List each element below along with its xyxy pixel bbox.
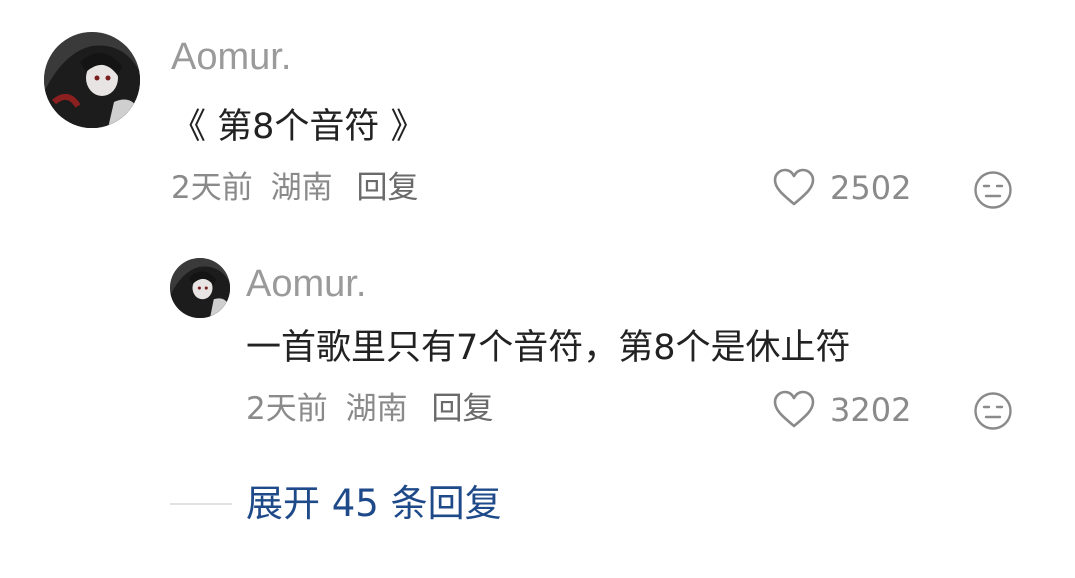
comment-dislike-button[interactable] (973, 170, 1013, 210)
comment-time: 2天前 (171, 170, 253, 206)
reply-reply-button[interactable]: 回复 (431, 391, 493, 427)
comment-meta: 2天前 湖南 回复 (171, 173, 418, 204)
reply-like-count: 3202 (830, 391, 912, 429)
reply-dislike-button[interactable] (973, 391, 1013, 431)
comment-text: 《 第8个音符 》 (171, 107, 426, 147)
reply-meta: 2天前 湖南 回复 (246, 394, 493, 425)
expand-replies-label: 展开 45 条回复 (246, 482, 502, 525)
meh-face-icon (974, 392, 1012, 430)
avatar[interactable] (44, 32, 140, 128)
reply-location: 湖南 (345, 391, 408, 427)
reply-time: 2天前 (246, 391, 328, 427)
reply-avatar[interactable] (170, 258, 230, 318)
expand-replies-button[interactable]: 展开 45 条回复 (170, 485, 502, 522)
reply-text: 一首歌里只有7个音符，第8个是休止符 (246, 328, 851, 368)
heart-outline-icon (773, 390, 815, 428)
meh-face-icon (974, 171, 1012, 209)
avatar-image (170, 258, 230, 318)
comment-like-count: 2502 (830, 169, 912, 207)
expand-divider (170, 502, 232, 505)
heart-outline-icon (773, 168, 815, 206)
comment-like-button[interactable]: 2502 (772, 168, 911, 208)
comment-location: 湖南 (270, 170, 333, 206)
avatar-image (44, 32, 140, 128)
reply-username[interactable]: Aomur. (246, 265, 366, 303)
comment-reply-button[interactable]: 回复 (356, 170, 418, 206)
comment-username[interactable]: Aomur. (171, 38, 291, 76)
reply-like-button[interactable]: 3202 (772, 390, 911, 430)
